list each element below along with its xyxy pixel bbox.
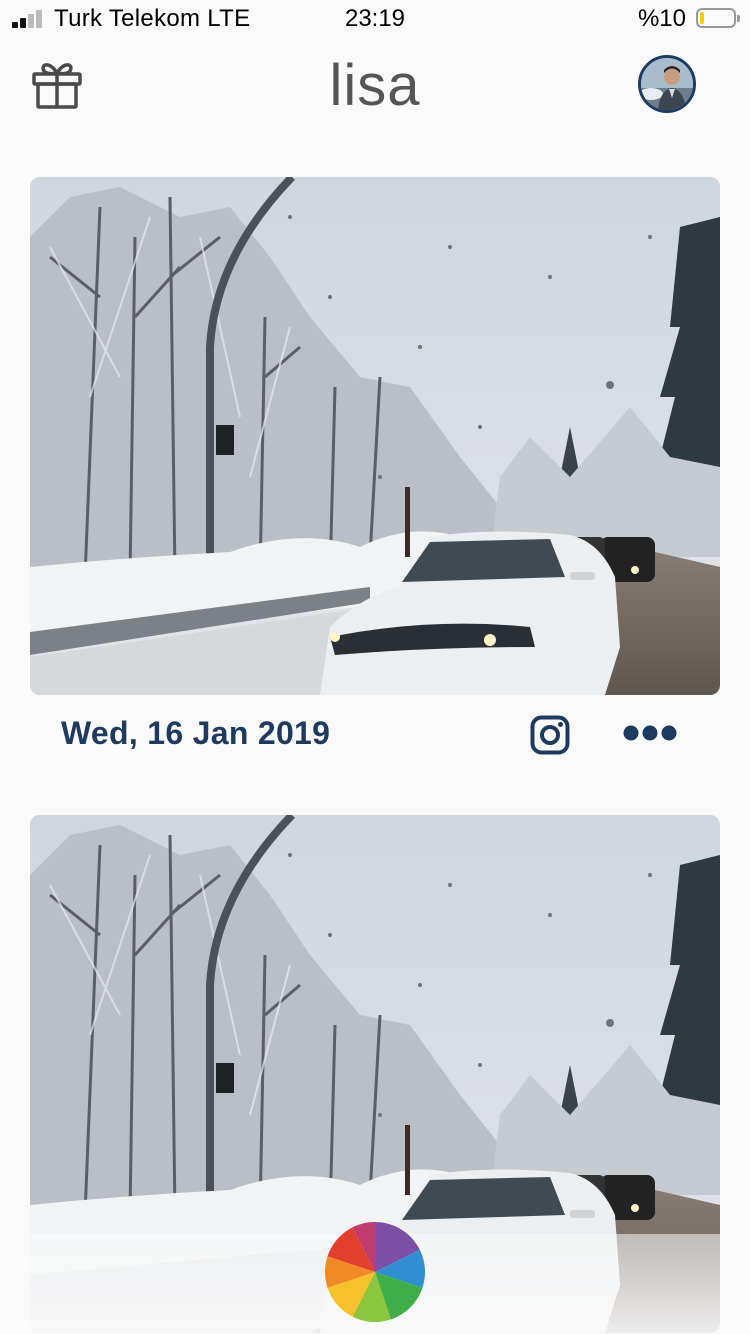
more-dots-icon[interactable] <box>622 724 678 742</box>
capture-ring-icon[interactable] <box>324 1222 425 1322</box>
battery-icon <box>696 8 740 28</box>
photo-meta-row: Wed, 16 Jan 2019 <box>30 695 720 775</box>
battery-percent: %10 <box>637 5 686 32</box>
photo-date: Wed, 16 Jan 2019 <box>61 715 331 751</box>
instagram-icon[interactable] <box>530 715 570 755</box>
status-bar: Turk Telekom LTE 23:19 %10 <box>0 0 750 40</box>
feed-photo[interactable] <box>30 177 720 695</box>
profile-avatar[interactable] <box>638 55 696 113</box>
